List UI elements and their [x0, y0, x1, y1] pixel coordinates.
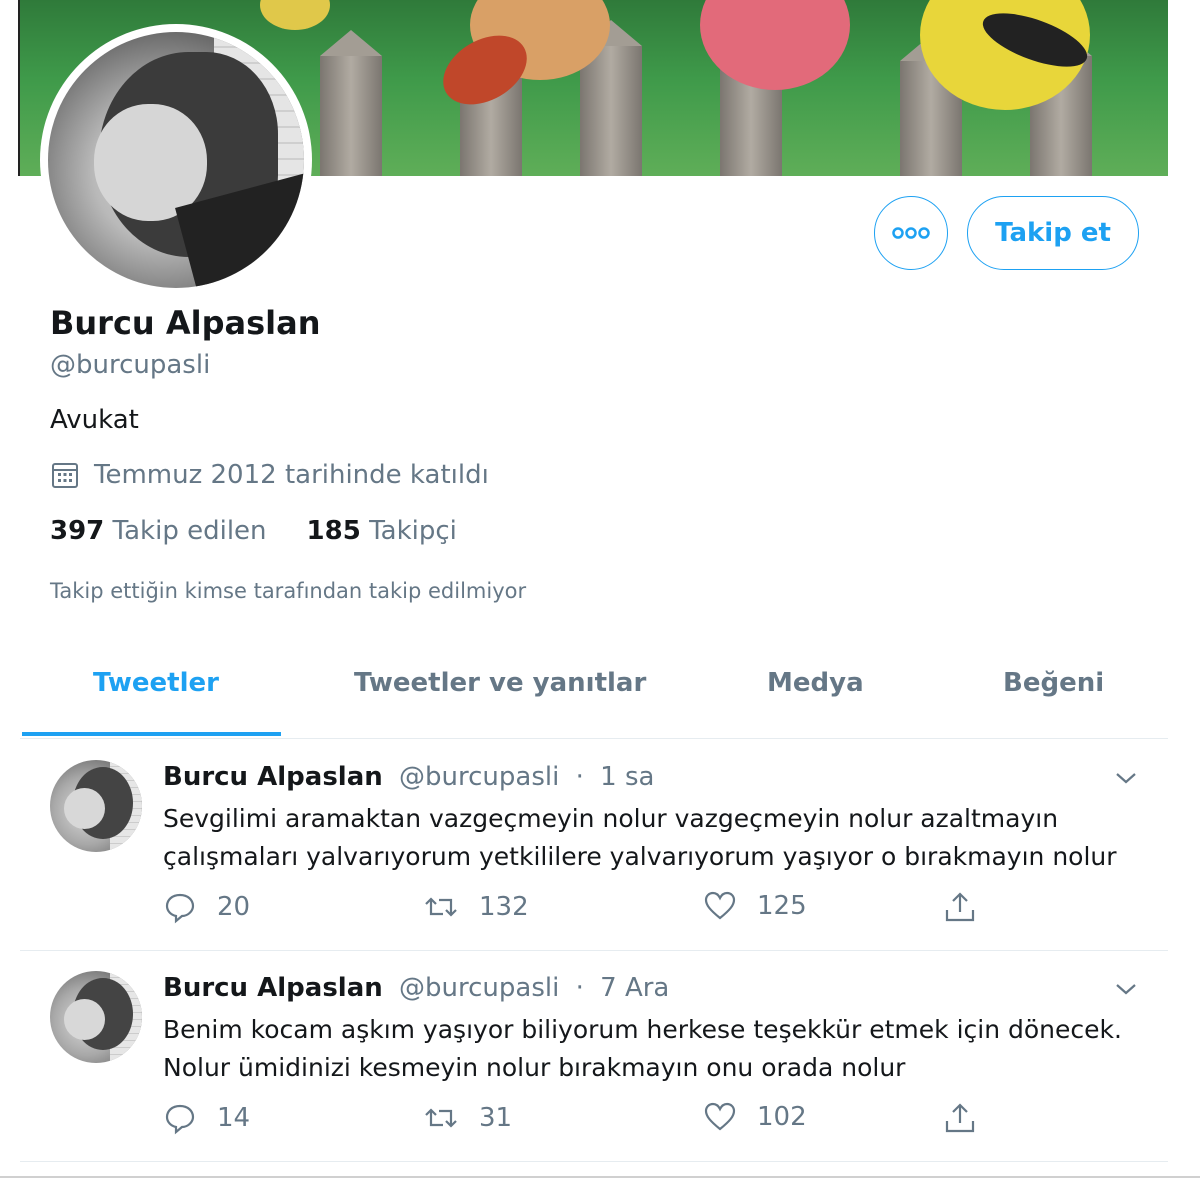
join-date: Temmuz 2012 tarihinde katıldı: [50, 460, 489, 490]
more-icon: [892, 227, 930, 239]
like-button[interactable]: 102: [703, 1101, 807, 1133]
tab-tweets-and-replies[interactable]: Tweetler ve yanıtlar: [354, 668, 646, 698]
join-date-text: Temmuz 2012 tarihinde katıldı: [94, 460, 489, 490]
retweet-icon: [425, 1108, 457, 1128]
tweet-timestamp[interactable]: 1 sa: [600, 762, 654, 792]
more-options-button[interactable]: [874, 196, 948, 270]
retweet-count: 132: [479, 892, 529, 922]
fence-post: [320, 30, 382, 176]
following-label: Takip edilen: [112, 516, 267, 546]
share-button[interactable]: [943, 890, 997, 924]
chevron-down-icon: [1116, 773, 1136, 784]
like-count: 102: [757, 1102, 807, 1132]
tweet-author-handle[interactable]: @burcupasli: [399, 973, 559, 1003]
tab-media[interactable]: Medya: [767, 668, 864, 698]
tabs-divider: [20, 738, 1168, 739]
tweet-author-name[interactable]: Burcu Alpaslan: [163, 762, 383, 792]
followers-count: 185: [306, 516, 361, 546]
page-bottom-border: [0, 1176, 1200, 1178]
profile-avatar[interactable]: [40, 24, 312, 296]
reply-count: 14: [217, 1103, 251, 1133]
tweet-actions: 20 132 125: [163, 890, 1063, 930]
retweet-count: 31: [479, 1103, 513, 1133]
following-count: 397: [50, 516, 105, 546]
fence-post: [580, 20, 642, 176]
followers-label: Takipçi: [369, 516, 457, 546]
heart-icon: [704, 1102, 736, 1131]
tweet-author-handle[interactable]: @burcupasli: [399, 762, 559, 792]
avatar-face: [63, 787, 106, 829]
share-icon: [945, 892, 975, 922]
profile-bio: Avukat: [50, 405, 139, 435]
avatar-image: [48, 32, 304, 288]
bird-shape: [260, 0, 330, 30]
follow-button[interactable]: Takip et: [967, 196, 1139, 270]
reply-icon: [165, 893, 195, 924]
tweet-actions: 14 31 102: [163, 1101, 1063, 1141]
tweet-menu-button[interactable]: [1114, 770, 1138, 790]
like-count: 125: [757, 891, 807, 921]
share-icon: [945, 1103, 975, 1133]
tab-tweets[interactable]: Tweetler: [93, 668, 219, 698]
like-button[interactable]: 125: [703, 890, 807, 922]
tweet-header: Burcu Alpaslan @burcupasli · 1 sa: [163, 762, 654, 792]
profile-tabs: Tweetler Tweetler ve yanıtlar Medya Beğe…: [20, 650, 1168, 740]
calendar-icon: [52, 463, 78, 488]
tweet-header: Burcu Alpaslan @burcupasli · 7 Ara: [163, 973, 669, 1003]
retweet-icon: [425, 897, 457, 917]
mutual-followers-note: Takip ettiğin kimse tarafından takip edi…: [50, 579, 527, 603]
heart-icon: [704, 891, 736, 920]
share-button[interactable]: [943, 1101, 997, 1135]
followers-link[interactable]: 185 Takipçi: [307, 516, 457, 546]
profile-stats: 397 Takip edilen 185 Takipçi: [50, 516, 497, 546]
reply-button[interactable]: 14: [163, 1101, 250, 1135]
tweet-author-name[interactable]: Burcu Alpaslan: [163, 973, 383, 1003]
chevron-down-icon: [1116, 984, 1136, 995]
tweet-avatar[interactable]: [50, 760, 142, 852]
avatar-face: [63, 998, 106, 1040]
tweet-timestamp[interactable]: 7 Ara: [600, 973, 669, 1003]
tweet-menu-button[interactable]: [1114, 981, 1138, 1001]
reply-button[interactable]: 20: [163, 890, 250, 924]
tweet-separator: ·: [575, 973, 584, 1003]
following-link[interactable]: 397 Takip edilen: [50, 516, 267, 546]
tweet-text: Sevgilimi aramaktan vazgeçmeyin nolur va…: [163, 804, 1117, 871]
reply-count: 20: [217, 892, 251, 922]
profile-handle[interactable]: @burcupasli: [50, 350, 210, 380]
active-tab-indicator: [22, 732, 281, 736]
retweet-button[interactable]: 31: [423, 1101, 512, 1135]
tweet-text: Benim kocam aşkım yaşıyor biliyorum herk…: [163, 1015, 1122, 1082]
profile-name[interactable]: Burcu Alpaslan: [50, 304, 320, 342]
reply-icon: [165, 1104, 195, 1135]
tweet-separator: ·: [575, 762, 584, 792]
retweet-button[interactable]: 132: [423, 890, 529, 924]
tab-likes[interactable]: Beğeni: [1003, 668, 1104, 698]
tweet[interactable]: Burcu Alpaslan @burcupasli · 1 sa Sevgil…: [20, 740, 1168, 951]
tweet-avatar[interactable]: [50, 971, 142, 1063]
tweet[interactable]: Burcu Alpaslan @burcupasli · 7 Ara Benim…: [20, 951, 1168, 1162]
